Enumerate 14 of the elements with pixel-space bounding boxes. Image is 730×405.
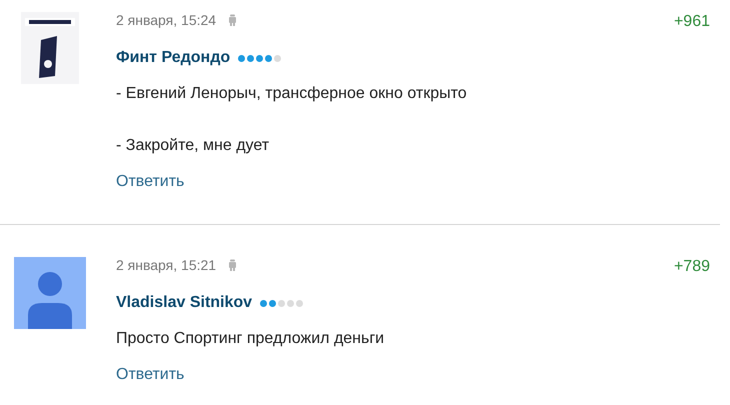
reply-link[interactable]: Ответить	[116, 363, 184, 387]
comment-text: - Евгений Ленорыч, трансферное окно открыто	[116, 84, 468, 104]
comment-date: 2 января, 15:24	[116, 10, 216, 30]
reply-link[interactable]: Ответить	[116, 170, 184, 194]
comment-score: +789	[674, 257, 710, 277]
author-link[interactable]: Vladislav Sitnikov	[116, 291, 252, 315]
author-link[interactable]: Финт Редондо	[116, 46, 230, 70]
comment-score: +961	[674, 12, 710, 32]
avatar-placeholder	[14, 257, 86, 329]
comment-date: 2 января, 15:21	[116, 256, 216, 275]
comment-text: Просто Спортинг предложил деньги	[116, 329, 386, 349]
comment-text: - Закройте, мне дует	[116, 136, 270, 156]
android-icon	[228, 14, 238, 26]
android-icon	[228, 259, 238, 271]
